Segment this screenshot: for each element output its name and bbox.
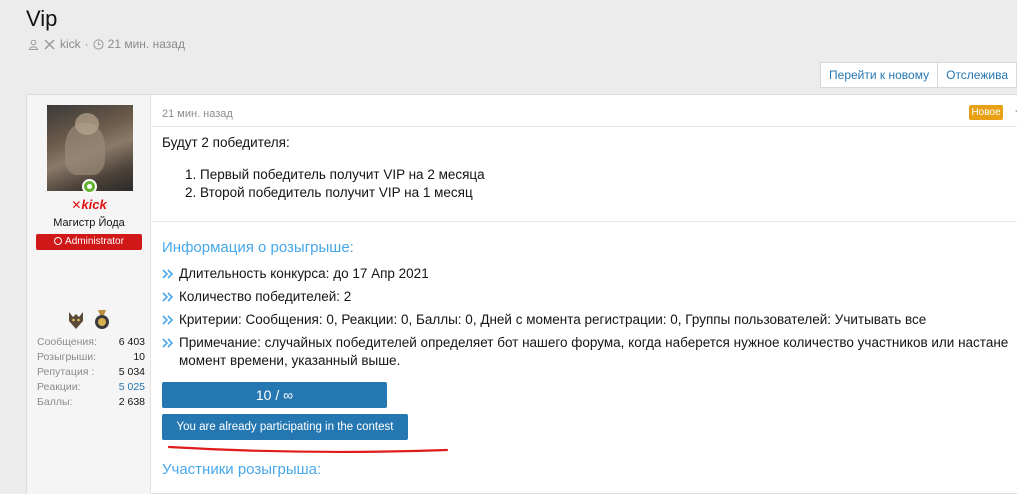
shield-icon [54, 237, 63, 245]
wolf-emblem-icon[interactable] [67, 309, 85, 331]
double-chevron-icon [162, 269, 174, 279]
list-item: Количество победителей: 2 [162, 288, 1017, 306]
info-heading: Информация о розыгрыше: [162, 239, 354, 256]
clock-icon [93, 38, 104, 50]
list-item: 2. Второй победитель получит VIP на 1 ме… [185, 185, 473, 200]
online-status-icon [82, 179, 97, 194]
username-mark-icon: ✕ [71, 198, 82, 212]
red-underline-annotation [167, 445, 449, 454]
stat-row: Баллы: 2 638 [37, 396, 145, 408]
new-badge: Новое [969, 105, 1003, 120]
double-chevron-icon [162, 292, 174, 302]
participants-heading: Участники розыгрыша: [162, 461, 322, 478]
participants-count-bar: 10 / ∞ [162, 382, 387, 408]
user-banner: Administrator [36, 234, 142, 250]
post: ✕kick Магистр Йода Administrator Сообщен… [26, 94, 1017, 494]
stat-row: Сообщения: 6 403 [37, 336, 145, 348]
watch-button[interactable]: Отслежива [938, 62, 1017, 88]
list-item: Длительность конкурса: до 17 Апр 2021 [162, 265, 1017, 283]
thread-title: Vip [26, 6, 58, 31]
post-intro: Будут 2 победителя: [162, 135, 290, 150]
tools-icon [44, 38, 55, 50]
participate-button[interactable]: You are already participating in the con… [162, 414, 408, 440]
username-link[interactable]: ✕kick [27, 197, 151, 212]
post-user-column: ✕kick Магистр Йода Administrator Сообщен… [27, 95, 151, 494]
thread-author-link[interactable]: kick [60, 37, 81, 51]
thread-toolbar: Перейти к новому Отслежива [820, 62, 1017, 88]
goto-new-button[interactable]: Перейти к новому [820, 62, 939, 88]
user-stats: Сообщения: 6 403 Розыгрыши: 10 Репутация :… [37, 335, 145, 410]
list-item: Критерии: Сообщения: 0, Реакции: 0, Балл… [162, 311, 1017, 329]
thread-meta: kick · 21 мин. назад [28, 37, 185, 51]
stat-row: Розыгрыши: 10 [37, 351, 145, 363]
stat-row: Репутация :5 034 [37, 366, 145, 378]
post-time-link[interactable]: 21 мин. назад [162, 108, 233, 120]
stat-row: Реакции: 5 025 [37, 380, 145, 395]
double-chevron-icon [162, 338, 174, 348]
list-item: 1. Первый победитель получит VIP на 2 ме… [185, 167, 485, 182]
trophy-list [67, 309, 111, 331]
list-item: Примечание: случайных победителей опреде… [162, 334, 1017, 370]
thread-time: 21 мин. назад [107, 37, 185, 51]
user-title: Магистр Йода [53, 217, 125, 229]
giveaway-facts: Длительность конкурса: до 17 Апр 2021 Ко… [162, 265, 1017, 375]
reactions-link[interactable]: 5 025 [119, 380, 145, 395]
double-chevron-icon [162, 315, 174, 325]
post-main: 21 мин. назад Новое < Будут 2 победителя… [151, 95, 1017, 494]
medal-emblem-icon[interactable] [93, 309, 111, 331]
user-icon [28, 39, 39, 50]
winners-list: 1. Первый победитель получит VIP на 2 ме… [185, 166, 485, 202]
